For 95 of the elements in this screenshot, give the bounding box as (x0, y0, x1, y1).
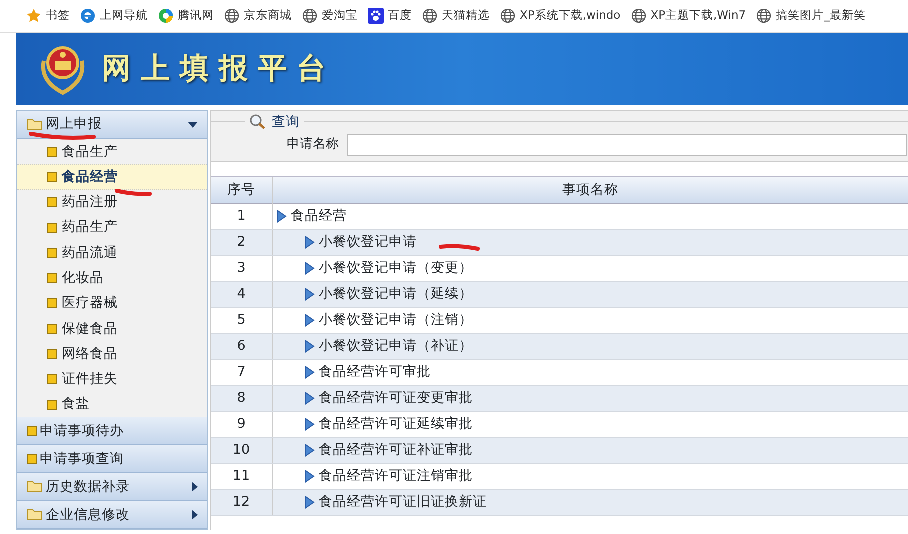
square-icon (47, 349, 57, 360)
sidebar-item[interactable]: 食品经营 (17, 164, 207, 190)
tree-item[interactable]: 食品经营许可证变更审批 (273, 388, 473, 409)
triangle-icon (305, 392, 315, 405)
row-number: 2 (211, 230, 273, 255)
column-header: 事项名称 (562, 180, 620, 200)
square-icon (47, 298, 57, 308)
input-field[interactable] (347, 134, 907, 156)
square-icon (47, 248, 57, 258)
folder-icon (27, 480, 43, 494)
sidebar-item[interactable]: 保健食品 (17, 316, 207, 342)
sidebar-item[interactable]: 网络食品 (17, 341, 207, 367)
sidebar-item[interactable]: 食品生产 (17, 139, 207, 164)
bookmark-link[interactable]: 书签 (26, 7, 70, 25)
swirl-icon (158, 8, 174, 24)
page-title: 网上填报平台 (102, 50, 336, 88)
globe-icon (630, 8, 647, 24)
bookmark-link[interactable]: 上网导航 (80, 7, 148, 25)
sidebar-section-header[interactable]: 历史数据补录 (17, 473, 207, 502)
folder-icon (27, 508, 43, 522)
row-number: 3 (211, 256, 273, 281)
square-icon (27, 454, 37, 464)
globe-icon (500, 8, 516, 24)
row-number: 7 (211, 360, 273, 385)
bookmark-link[interactable]: XP系统下载,windo (500, 7, 621, 25)
tree-item[interactable]: 食品经营许可证注销审批 (273, 466, 473, 487)
globe-icon (422, 8, 438, 24)
sidebar-item[interactable]: 药品注册 (17, 190, 207, 215)
annotation-stroke (438, 242, 482, 254)
row-number: 11 (211, 464, 273, 489)
square-icon (47, 400, 57, 410)
paw-icon (368, 8, 384, 24)
row-number: 9 (211, 412, 273, 437)
globe-icon (224, 8, 240, 24)
triangle-icon (305, 444, 315, 457)
folder-icon (27, 118, 43, 131)
triangle-icon (305, 418, 315, 431)
triangle-icon (305, 314, 315, 327)
tree-item[interactable]: 小餐饮登记申请 (273, 232, 417, 253)
square-icon (47, 324, 57, 334)
tree-item[interactable]: 食品经营许可审批 (273, 362, 431, 383)
bookmark-link[interactable]: 爱淘宝 (302, 7, 358, 25)
square-icon (47, 197, 57, 208)
sidebar-item[interactable]: 药品生产 (17, 214, 207, 240)
sidebar-item[interactable]: 化妆品 (17, 265, 207, 291)
sidebar-section-header[interactable]: 网上申报 (17, 111, 207, 139)
tree-item[interactable]: 小餐饮登记申请（注销） (273, 310, 473, 331)
square-icon (47, 172, 57, 182)
triangle-icon (305, 236, 315, 249)
triangle-icon (305, 366, 315, 379)
row-number: 6 (211, 334, 273, 359)
square-icon (27, 426, 37, 436)
tree-item[interactable]: 小餐饮登记申请（补证） (273, 336, 473, 357)
bookmark-link[interactable]: 天猫精选 (422, 7, 490, 25)
square-icon (47, 374, 57, 384)
triangle-icon (305, 288, 315, 301)
bookmark-link[interactable]: 搞笑图片_最新笑 (756, 7, 866, 25)
square-icon (47, 273, 57, 284)
bookmark-link[interactable]: 百度 (368, 7, 412, 25)
sidebar-item[interactable]: 食盐 (17, 392, 207, 418)
e-logo-icon (80, 8, 96, 24)
tree-item[interactable]: 食品经营许可证补证审批 (273, 440, 473, 461)
row-number: 12 (211, 490, 273, 515)
square-icon (47, 222, 57, 233)
field-label: 申请名称 (287, 136, 339, 154)
sidebar-section-header[interactable]: 申请事项待办 (17, 417, 207, 446)
bookmark-link[interactable]: 京东商城 (224, 7, 292, 25)
sidebar-item[interactable]: 药品流通 (17, 240, 207, 266)
tree-item[interactable]: 食品经营许可证延续审批 (273, 414, 473, 435)
globe-icon (302, 8, 318, 24)
sidebar-section-header[interactable]: 申请事项查询 (17, 445, 207, 474)
square-icon (47, 146, 57, 157)
star-icon (26, 8, 42, 24)
tree-item[interactable]: 小餐饮登记申请（变更） (273, 258, 473, 279)
query-legend: 查询 (272, 112, 300, 132)
bookmark-link[interactable]: XP主题下载,Win7 (630, 7, 746, 25)
triangle-icon (305, 262, 315, 275)
row-number: 1 (211, 204, 273, 229)
bookmark-link[interactable]: 腾讯网 (158, 7, 214, 25)
sidebar-item[interactable]: 医疗器械 (17, 290, 207, 316)
tree-item[interactable]: 食品经营许可证旧证换新证 (273, 492, 487, 513)
triangle-icon (277, 210, 287, 223)
column-header: 序号 (211, 176, 273, 204)
sidebar-section-header[interactable]: 企业信息修改 (17, 501, 207, 530)
row-number: 4 (211, 282, 273, 307)
globe-icon (756, 8, 772, 24)
sidebar-item[interactable]: 证件挂失 (17, 366, 207, 392)
row-number: 8 (211, 386, 273, 411)
triangle-icon (305, 470, 315, 483)
row-number: 5 (211, 308, 273, 333)
tree-item[interactable]: 食品经营 (273, 206, 347, 227)
triangle-icon (305, 496, 315, 509)
tree-item[interactable]: 小餐饮登记申请（延续） (273, 284, 473, 305)
row-number: 10 (211, 438, 273, 463)
triangle-icon (305, 340, 315, 353)
